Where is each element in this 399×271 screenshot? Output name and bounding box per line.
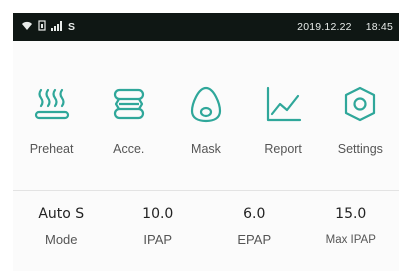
menu-item-acce[interactable]: Acce. xyxy=(90,80,167,170)
param-ipap-value: 10.0 xyxy=(142,206,174,222)
param-max-ipap-value: 15.0 xyxy=(335,206,367,222)
menu-item-report[interactable]: Report xyxy=(245,80,322,170)
accessory-icon xyxy=(113,88,144,120)
menu-label-settings: Settings xyxy=(337,142,383,156)
status-icons: S xyxy=(21,20,75,34)
menu-label-report: Report xyxy=(264,142,302,156)
mask-icon xyxy=(190,86,222,123)
menu-label-acce: Acce. xyxy=(113,142,145,156)
status-date: 2019.12.22 xyxy=(297,21,352,33)
signal-icon xyxy=(51,20,63,34)
wifi-icon xyxy=(21,20,33,34)
carrier-label: S xyxy=(68,21,76,33)
param-epap-value: 6.0 xyxy=(243,206,266,222)
divider xyxy=(13,190,399,191)
param-mode-value: Auto S xyxy=(38,206,85,222)
param-epap[interactable]: 6.0 EPAP xyxy=(206,206,303,266)
sim-icon xyxy=(38,20,46,34)
menu-label-mask: Mask xyxy=(191,142,221,156)
menu-item-preheat[interactable]: Preheat xyxy=(13,80,90,170)
param-max-ipap-label: Max IPAP xyxy=(325,234,376,246)
therapy-params: Auto S Mode 10.0 IPAP 6.0 EPAP 15.0 Max … xyxy=(13,206,399,266)
param-mode-label: Mode xyxy=(44,232,78,247)
chart-icon xyxy=(267,86,302,122)
param-epap-label: EPAP xyxy=(237,232,272,247)
status-bar: S 2019.12.22 18:45 xyxy=(13,13,399,41)
param-max-ipap[interactable]: 15.0 Max IPAP xyxy=(303,206,399,266)
param-ipap[interactable]: 10.0 IPAP xyxy=(110,206,207,266)
param-mode[interactable]: Auto S Mode xyxy=(13,206,110,266)
menu-item-settings[interactable]: Settings xyxy=(322,80,399,170)
param-ipap-label: IPAP xyxy=(143,232,173,247)
status-time: 18:45 xyxy=(365,21,393,33)
menu-item-mask[interactable]: Mask xyxy=(167,80,244,170)
heater-icon xyxy=(34,88,69,120)
menu-row: Preheat Acce. Mask Report Settings xyxy=(13,80,399,170)
settings-icon xyxy=(345,86,376,122)
menu-label-preheat: Preheat xyxy=(29,142,74,156)
